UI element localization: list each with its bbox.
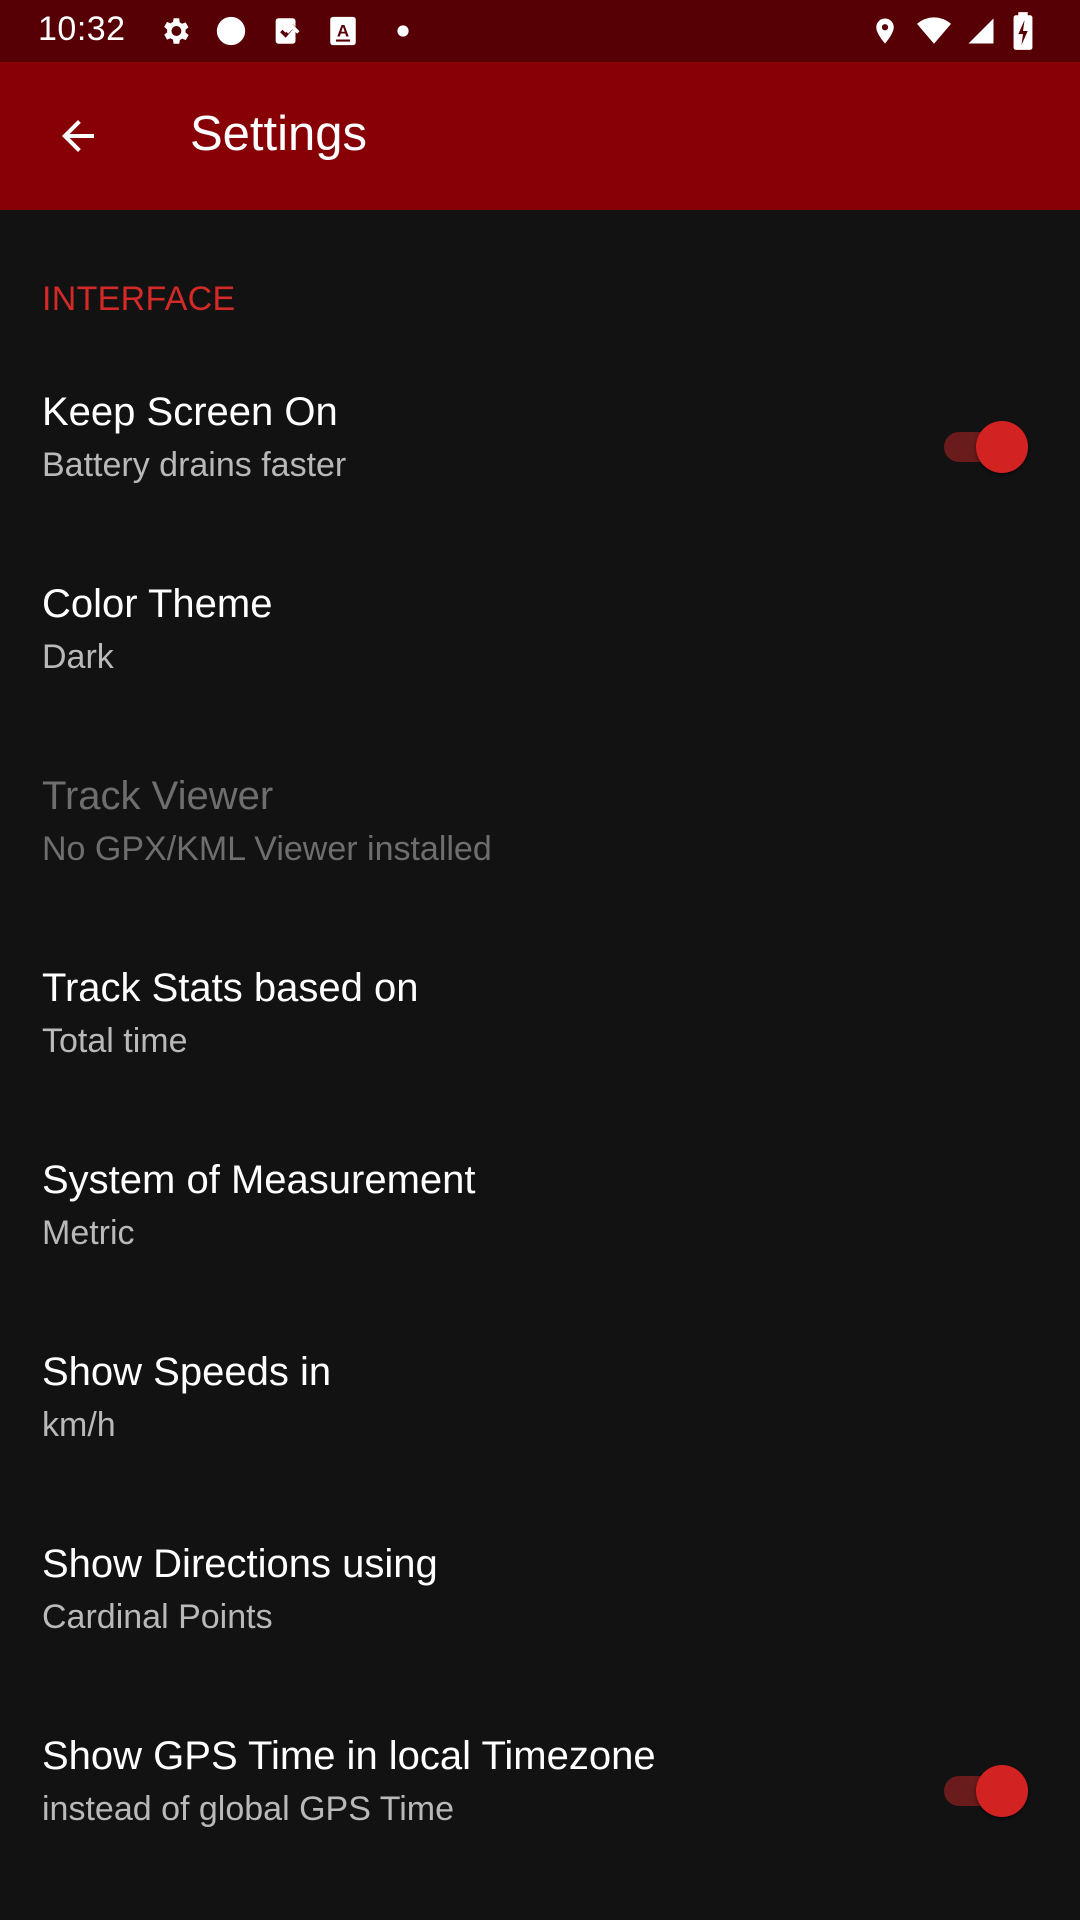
pref-track-stats[interactable]: Track Stats based on Total time: [0, 922, 1080, 1114]
page-title: Settings: [190, 107, 368, 161]
pref-title: Track Stats based on: [42, 966, 419, 1010]
pref-title: Track Viewer: [42, 774, 274, 818]
app-toolbar: Settings: [0, 62, 1080, 210]
pref-title: System of Measurement: [42, 1158, 476, 1202]
switch-thumb: [976, 421, 1028, 473]
pref-summary: instead of global GPS Time: [42, 1790, 455, 1828]
svg-text:A: A: [337, 22, 349, 41]
pref-title: Show Speeds in: [42, 1350, 332, 1394]
battery-charging-icon: [1013, 12, 1033, 50]
gear-icon: [164, 18, 189, 44]
wifi-icon: [917, 17, 951, 44]
circle-icon: [216, 16, 246, 46]
clipboard-check-icon: [275, 18, 300, 44]
pref-track-viewer: Track Viewer No GPX/KML Viewer installed: [0, 730, 1080, 922]
status-bar: 10:32 A: [0, 0, 1080, 62]
pref-gps-time-local[interactable]: Show GPS Time in local Timezone instead …: [0, 1690, 1080, 1882]
pref-color-theme[interactable]: Color Theme Dark: [0, 538, 1080, 730]
pref-summary: Battery drains faster: [42, 446, 347, 484]
location-icon: [876, 18, 894, 44]
category-header-interface: INTERFACE: [42, 280, 236, 318]
gps-time-local-switch[interactable]: [944, 1764, 1028, 1817]
switch-thumb: [976, 1765, 1028, 1817]
pref-summary: Cardinal Points: [42, 1598, 273, 1636]
dot-icon: [397, 25, 409, 37]
text-box-icon: A: [330, 16, 356, 46]
pref-summary: No GPX/KML Viewer installed: [42, 830, 492, 868]
status-time: 10:32: [38, 10, 126, 48]
pref-show-directions[interactable]: Show Directions using Cardinal Points: [0, 1498, 1080, 1690]
pref-keep-screen-on[interactable]: Keep Screen On Battery drains faster: [0, 346, 1080, 538]
pref-summary: km/h: [42, 1406, 116, 1444]
pref-title: Keep Screen On: [42, 390, 338, 434]
arrow-back-icon: [62, 120, 94, 152]
pref-title: Color Theme: [42, 582, 273, 626]
keep-screen-on-switch[interactable]: [944, 420, 1028, 473]
pref-summary: Total time: [42, 1022, 188, 1060]
pref-title: Show Directions using: [42, 1542, 438, 1586]
pref-system-of-measurement[interactable]: System of Measurement Metric: [0, 1114, 1080, 1306]
system-icons: [870, 12, 1040, 50]
back-button[interactable]: [34, 92, 122, 180]
pref-summary: Dark: [42, 638, 114, 676]
signal-icon: [968, 18, 994, 44]
pref-show-speeds[interactable]: Show Speeds in km/h: [0, 1306, 1080, 1498]
pref-summary: Metric: [42, 1214, 135, 1252]
pref-title: Show GPS Time in local Timezone: [42, 1734, 656, 1778]
